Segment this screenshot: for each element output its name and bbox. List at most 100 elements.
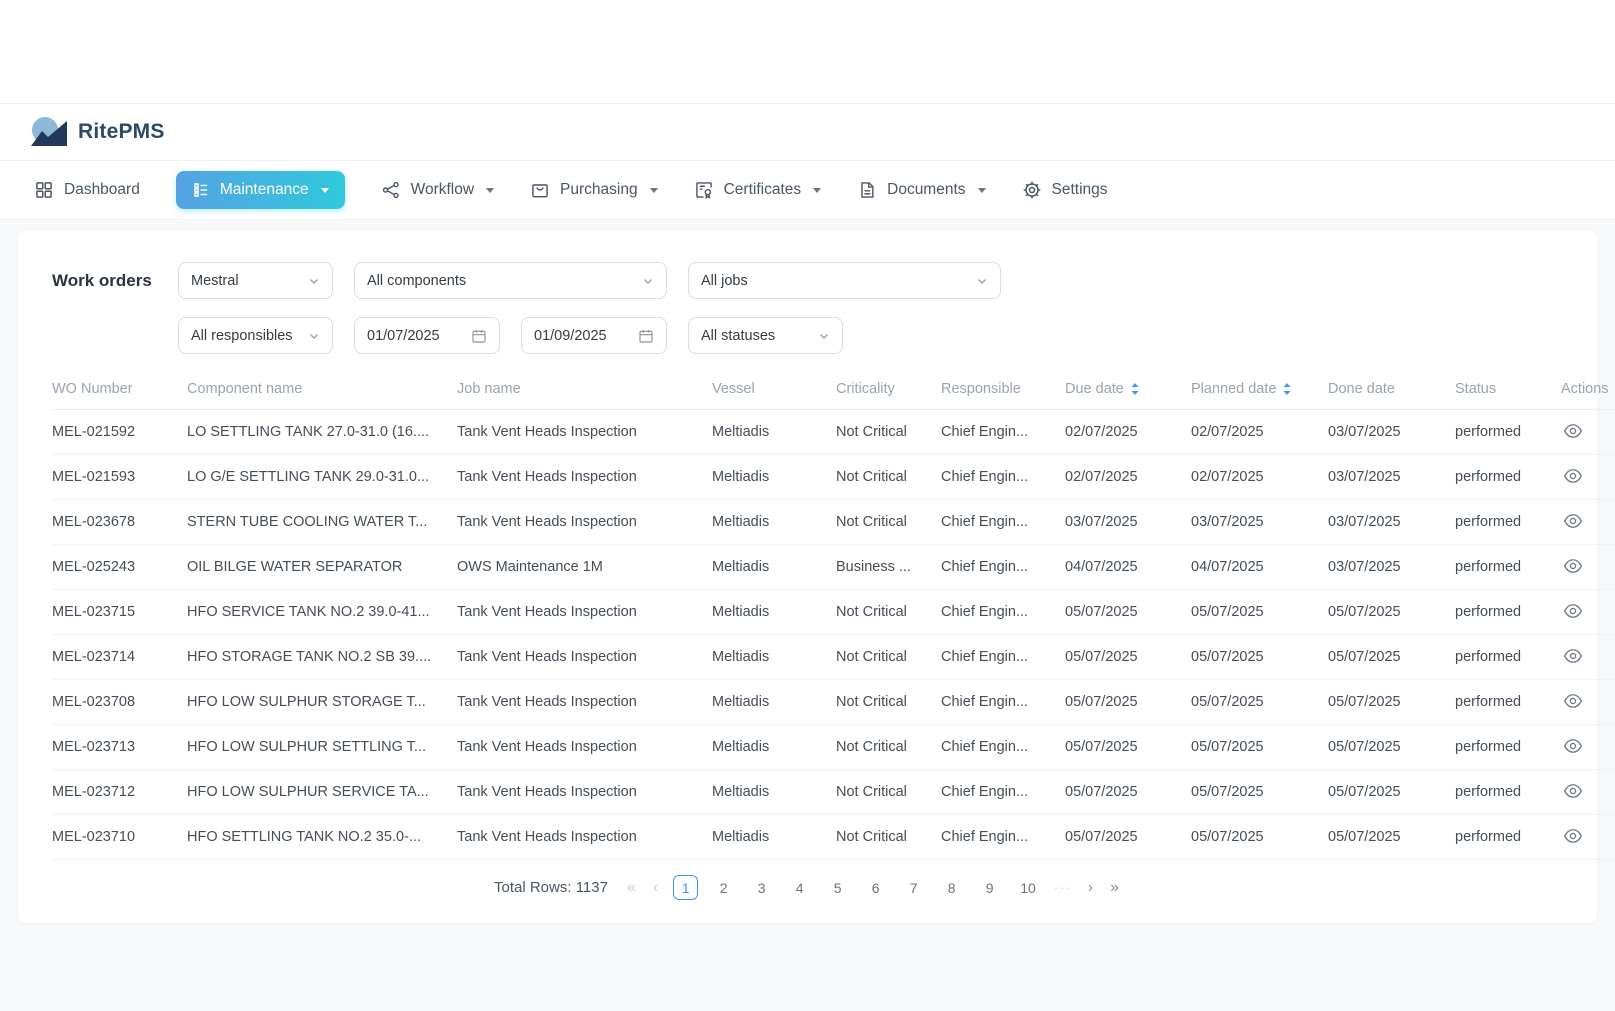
cell-wo: MEL-023714	[52, 635, 187, 680]
work-orders-table: WO NumberComponent nameJob nameVesselCri…	[52, 369, 1615, 860]
cell-job: Tank Vent Heads Inspection	[457, 590, 712, 635]
cell-status: performed	[1455, 590, 1561, 635]
statuses-select[interactable]: All statuses	[688, 317, 843, 354]
chevron-down-icon	[976, 275, 988, 287]
workflow-share-icon	[381, 180, 401, 200]
cell-job: OWS Maintenance 1M	[457, 545, 712, 590]
pagination: Total Rows: 1137 « ‹ 123456789 10 ··· › »	[18, 875, 1597, 900]
cell-vessel: Meltiadis	[712, 590, 836, 635]
cell-vessel: Meltiadis	[712, 635, 836, 680]
column-label: WO Number	[52, 381, 133, 397]
chevron-down-icon	[321, 188, 329, 193]
cell-wo: MEL-023715	[52, 590, 187, 635]
cell-done: 03/07/2025	[1328, 410, 1455, 455]
actions-cell	[1561, 545, 1615, 590]
components-select[interactable]: All components	[354, 262, 667, 299]
next-page-button[interactable]: ›	[1086, 880, 1095, 896]
date-to-input[interactable]: 01/09/2025	[521, 317, 667, 354]
table-header-row: WO NumberComponent nameJob nameVesselCri…	[52, 369, 1615, 410]
nav-label: Workflow	[411, 181, 474, 199]
column-header-responsible: Responsible	[941, 369, 1065, 410]
cell-job: Tank Vent Heads Inspection	[457, 410, 712, 455]
last-page-button[interactable]: »	[1108, 880, 1121, 896]
cell-responsible: Chief Engin...	[941, 545, 1065, 590]
page-button-8[interactable]: 8	[939, 875, 964, 900]
column-header-planned[interactable]: Planned date	[1191, 369, 1328, 410]
cell-due: 04/07/2025	[1065, 545, 1191, 590]
page-button-1[interactable]: 1	[673, 875, 698, 900]
cell-criticality: Not Critical	[836, 410, 941, 455]
cell-vessel: Meltiadis	[712, 455, 836, 500]
nav-item-documents[interactable]: Documents	[857, 180, 985, 200]
nav-item-certificates[interactable]: Certificates	[694, 180, 822, 200]
cell-wo: MEL-023710	[52, 815, 187, 860]
cell-vessel: Meltiadis	[712, 500, 836, 545]
page-button-4[interactable]: 4	[787, 875, 812, 900]
page-button-10[interactable]: 10	[1015, 875, 1041, 900]
date-from-input[interactable]: 01/07/2025	[354, 317, 500, 354]
view-action-button[interactable]	[1561, 419, 1585, 443]
column-header-status: Status	[1455, 369, 1561, 410]
cell-done: 03/07/2025	[1328, 545, 1455, 590]
page-button-9[interactable]: 9	[977, 875, 1002, 900]
table-row: MEL-023713HFO LOW SULPHUR SETTLING T...T…	[52, 725, 1615, 770]
view-action-button[interactable]	[1561, 464, 1585, 488]
page-button-7[interactable]: 7	[901, 875, 926, 900]
nav-item-maintenance[interactable]: Maintenance	[176, 171, 345, 209]
page-button-5[interactable]: 5	[825, 875, 850, 900]
column-label: Vessel	[712, 381, 755, 397]
table-row: MEL-021593LO G/E SETTLING TANK 29.0-31.0…	[52, 455, 1615, 500]
view-action-button[interactable]	[1561, 824, 1585, 848]
date-from-value: 01/07/2025	[367, 328, 440, 344]
pagination-ellipsis[interactable]: ···	[1054, 880, 1073, 895]
responsibles-select[interactable]: All responsibles	[178, 317, 333, 354]
column-header-due[interactable]: Due date	[1065, 369, 1191, 410]
view-action-button[interactable]	[1561, 644, 1585, 668]
page-button-3[interactable]: 3	[749, 875, 774, 900]
view-action-button[interactable]	[1561, 599, 1585, 623]
cell-status: performed	[1455, 545, 1561, 590]
prev-page-button[interactable]: ‹	[651, 880, 660, 896]
eye-icon	[1563, 466, 1583, 486]
chevron-down-icon	[308, 330, 320, 342]
page-button-6[interactable]: 6	[863, 875, 888, 900]
view-action-button[interactable]	[1561, 689, 1585, 713]
chevron-down-icon	[650, 188, 658, 193]
first-page-button[interactable]: «	[625, 880, 638, 896]
column-header-vessel: Vessel	[712, 369, 836, 410]
cell-planned: 02/07/2025	[1191, 410, 1328, 455]
view-action-button[interactable]	[1561, 734, 1585, 758]
cell-status: performed	[1455, 815, 1561, 860]
nav-item-dashboard[interactable]: Dashboard	[34, 180, 140, 200]
actions-cell	[1561, 455, 1615, 500]
view-action-button[interactable]	[1561, 779, 1585, 803]
brand-header: RitePMS	[0, 104, 1615, 161]
nav-item-workflow[interactable]: Workflow	[381, 180, 494, 200]
cell-criticality: Not Critical	[836, 455, 941, 500]
cell-job: Tank Vent Heads Inspection	[457, 635, 712, 680]
total-rows-label: Total Rows: 1137	[494, 879, 608, 896]
cell-responsible: Chief Engin...	[941, 455, 1065, 500]
eye-icon	[1563, 556, 1583, 576]
jobs-select[interactable]: All jobs	[688, 262, 1001, 299]
cell-criticality: Business ...	[836, 545, 941, 590]
cell-responsible: Chief Engin...	[941, 590, 1065, 635]
cell-responsible: Chief Engin...	[941, 815, 1065, 860]
column-label: Status	[1455, 381, 1496, 397]
cell-planned: 03/07/2025	[1191, 500, 1328, 545]
nav-item-settings[interactable]: Settings	[1022, 180, 1108, 200]
work-orders-card: Work orders Mestral All components All j…	[18, 231, 1597, 923]
column-label: Responsible	[941, 381, 1021, 397]
cell-wo: MEL-021592	[52, 410, 187, 455]
view-action-button[interactable]	[1561, 509, 1585, 533]
vessel-select[interactable]: Mestral	[178, 262, 333, 299]
page-button-2[interactable]: 2	[711, 875, 736, 900]
nav-item-purchasing[interactable]: Purchasing	[530, 180, 658, 200]
table-row: MEL-023710HFO SETTLING TANK NO.2 35.0-..…	[52, 815, 1615, 860]
cell-criticality: Not Critical	[836, 635, 941, 680]
cell-due: 03/07/2025	[1065, 500, 1191, 545]
components-select-value: All components	[367, 273, 466, 289]
view-action-button[interactable]	[1561, 554, 1585, 578]
cell-planned: 04/07/2025	[1191, 545, 1328, 590]
cell-vessel: Meltiadis	[712, 815, 836, 860]
